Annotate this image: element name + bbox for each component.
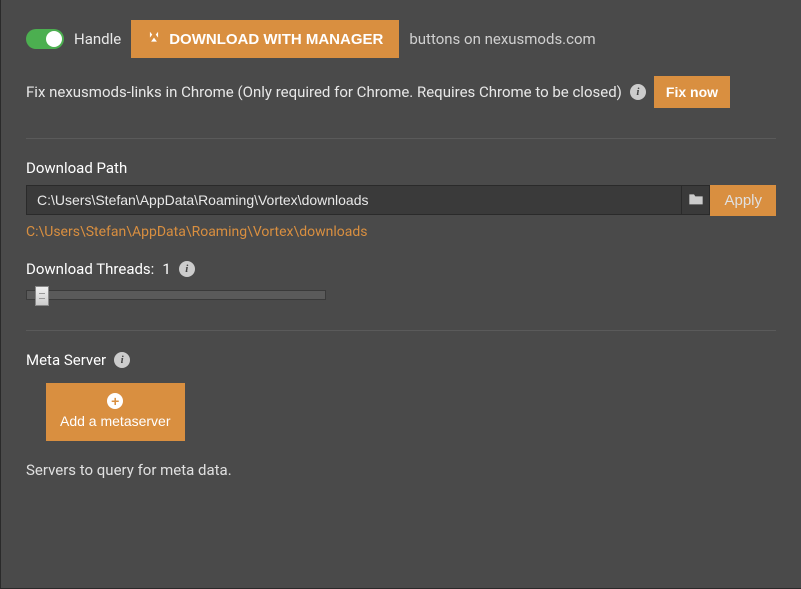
info-icon[interactable]: i: [179, 261, 195, 277]
folder-icon: [688, 192, 704, 209]
toggle-knob: [46, 31, 62, 47]
download-with-manager-label: DOWNLOAD WITH MANAGER: [169, 31, 383, 48]
download-path-resolved: C:\Users\Stefan\AppData\Roaming\Vortex\d…: [26, 224, 776, 240]
slider-thumb[interactable]: [35, 286, 49, 306]
download-path-section: Download Path Apply C:\Users\Stefan\AppD…: [26, 159, 776, 240]
plus-icon: +: [107, 393, 123, 409]
add-metaserver-label: Add a metaserver: [60, 413, 171, 429]
meta-server-label: Meta Server i: [26, 351, 776, 369]
download-threads-value: 1: [162, 260, 170, 278]
meta-server-label-text: Meta Server: [26, 351, 106, 369]
handle-toggle[interactable]: [26, 29, 64, 49]
download-with-manager-button[interactable]: DOWNLOAD WITH MANAGER: [131, 20, 399, 58]
divider: [26, 138, 776, 139]
download-manager-icon: [147, 30, 161, 48]
meta-server-section: Meta Server i + Add a metaserver Servers…: [26, 351, 776, 479]
download-threads-slider[interactable]: [26, 290, 326, 300]
download-threads-label-prefix: Download Threads:: [26, 260, 154, 278]
add-metaserver-button[interactable]: + Add a metaserver: [46, 383, 185, 441]
download-path-input[interactable]: [26, 185, 682, 215]
download-threads-section: Download Threads: 1 i: [26, 260, 776, 300]
meta-server-description: Servers to query for meta data.: [26, 461, 776, 479]
chrome-fix-text: Fix nexusmods-links in Chrome (Only requ…: [26, 83, 622, 101]
apply-button[interactable]: Apply: [710, 185, 776, 216]
divider: [26, 330, 776, 331]
settings-panel: Handle DOWNLOAD WITH MANAGER buttons on …: [0, 0, 801, 589]
info-icon[interactable]: i: [630, 84, 646, 100]
download-path-row: Apply: [26, 185, 776, 216]
info-icon[interactable]: i: [114, 352, 130, 368]
fix-now-button[interactable]: Fix now: [654, 76, 730, 108]
download-path-label: Download Path: [26, 159, 776, 177]
handle-row: Handle DOWNLOAD WITH MANAGER buttons on …: [26, 20, 776, 58]
handle-label: Handle: [74, 30, 121, 48]
browse-folder-button[interactable]: [682, 185, 710, 215]
slider-track: [26, 290, 326, 300]
chrome-fix-row: Fix nexusmods-links in Chrome (Only requ…: [26, 76, 776, 108]
download-threads-label: Download Threads: 1 i: [26, 260, 776, 278]
download-manager-trailing: buttons on nexusmods.com: [409, 30, 595, 48]
